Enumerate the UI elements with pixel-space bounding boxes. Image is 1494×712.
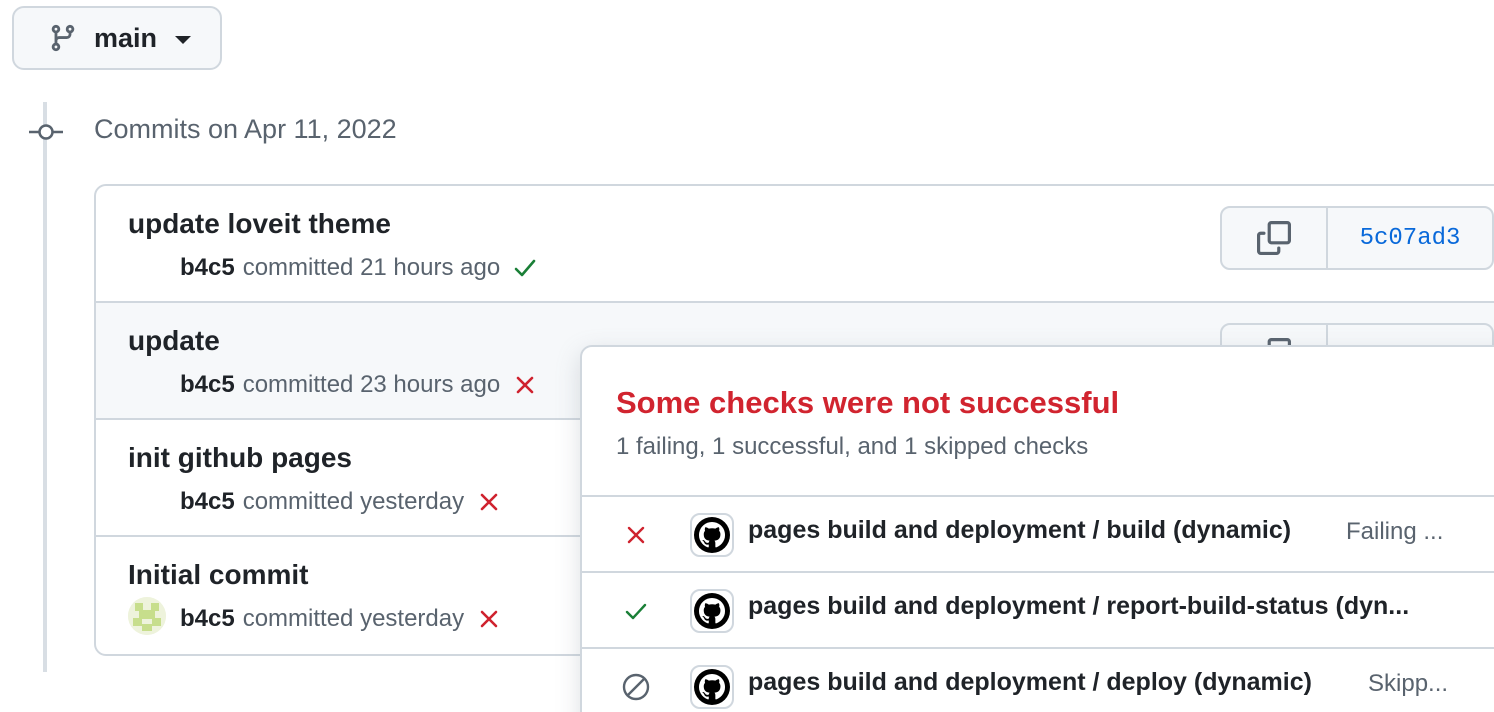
check-status-text: Failing ... xyxy=(1346,518,1444,545)
commit-author-link[interactable]: b4c5 xyxy=(180,605,235,633)
branch-selector-button[interactable]: main xyxy=(12,6,222,70)
checks-popover: Some checks were not successful 1 failin… xyxy=(580,345,1494,712)
commit-author-link[interactable]: b4c5 xyxy=(180,488,235,516)
timeline-line xyxy=(43,102,47,672)
git-branch-icon xyxy=(51,24,75,52)
check-name-link[interactable]: pages build and deployment / deploy (dyn… xyxy=(748,668,1312,697)
x-icon xyxy=(627,526,645,544)
commit-time: committed yesterday xyxy=(242,488,465,515)
commit-meta: b4c5 committed yesterday xyxy=(180,605,502,633)
chevron-down-icon xyxy=(175,36,192,44)
commit-time: committed yesterday xyxy=(242,605,465,632)
git-commit-icon xyxy=(29,124,63,140)
commit-meta: b4c5 committed 23 hours ago xyxy=(180,371,538,399)
check-row[interactable]: pages build and deployment / deploy (dyn… xyxy=(582,647,1494,712)
branch-name: main xyxy=(94,22,158,53)
check-row[interactable]: pages build and deployment / build (dyna… xyxy=(582,495,1494,571)
check-name-link[interactable]: pages build and deployment / build (dyna… xyxy=(748,516,1291,545)
commit-title-link[interactable]: init github pages xyxy=(128,442,352,474)
check-status-text: Skipp... xyxy=(1368,670,1449,697)
copy-sha-button[interactable] xyxy=(1222,208,1328,268)
check-success-icon[interactable] xyxy=(512,255,538,281)
check-failure-icon[interactable] xyxy=(476,489,502,515)
commit-sha-link[interactable]: 5c07ad3 xyxy=(1328,208,1492,268)
check-name-link[interactable]: pages build and deployment / report-buil… xyxy=(748,592,1409,621)
github-logo-icon xyxy=(690,589,734,633)
identicon-avatar-icon xyxy=(128,597,166,635)
commit-time: committed 23 hours ago xyxy=(242,371,501,398)
check-icon xyxy=(625,603,647,620)
checks-popover-title: Some checks were not successful xyxy=(616,385,1120,420)
check-failure-icon[interactable] xyxy=(512,372,538,398)
commit-title-link[interactable]: update xyxy=(128,325,220,357)
github-logo-icon xyxy=(690,665,734,709)
check-row[interactable]: pages build and deployment / report-buil… xyxy=(582,571,1494,647)
copy-icon xyxy=(1257,221,1291,255)
commit-meta: b4c5 committed 21 hours ago xyxy=(180,254,538,282)
commit-group-heading: Commits on Apr 11, 2022 xyxy=(94,114,397,144)
check-failure-icon[interactable] xyxy=(476,606,502,632)
commit-title-link[interactable]: Initial commit xyxy=(128,559,308,591)
commit-author-link[interactable]: b4c5 xyxy=(180,254,235,282)
commit-time: committed 21 hours ago xyxy=(242,254,501,281)
commit-meta: b4c5 committed yesterday xyxy=(180,488,502,516)
commit-row: update loveit theme b4c5 committed 21 ho… xyxy=(96,186,1494,303)
skip-icon xyxy=(622,673,650,701)
checks-popover-summary: 1 failing, 1 successful, and 1 skipped c… xyxy=(616,433,1089,460)
commit-author-link[interactable]: b4c5 xyxy=(180,371,235,399)
commit-title-link[interactable]: update loveit theme xyxy=(128,208,391,240)
avatar[interactable] xyxy=(128,597,166,635)
github-logo-icon xyxy=(690,513,734,557)
commit-actions: 5c07ad3 xyxy=(1220,206,1494,270)
